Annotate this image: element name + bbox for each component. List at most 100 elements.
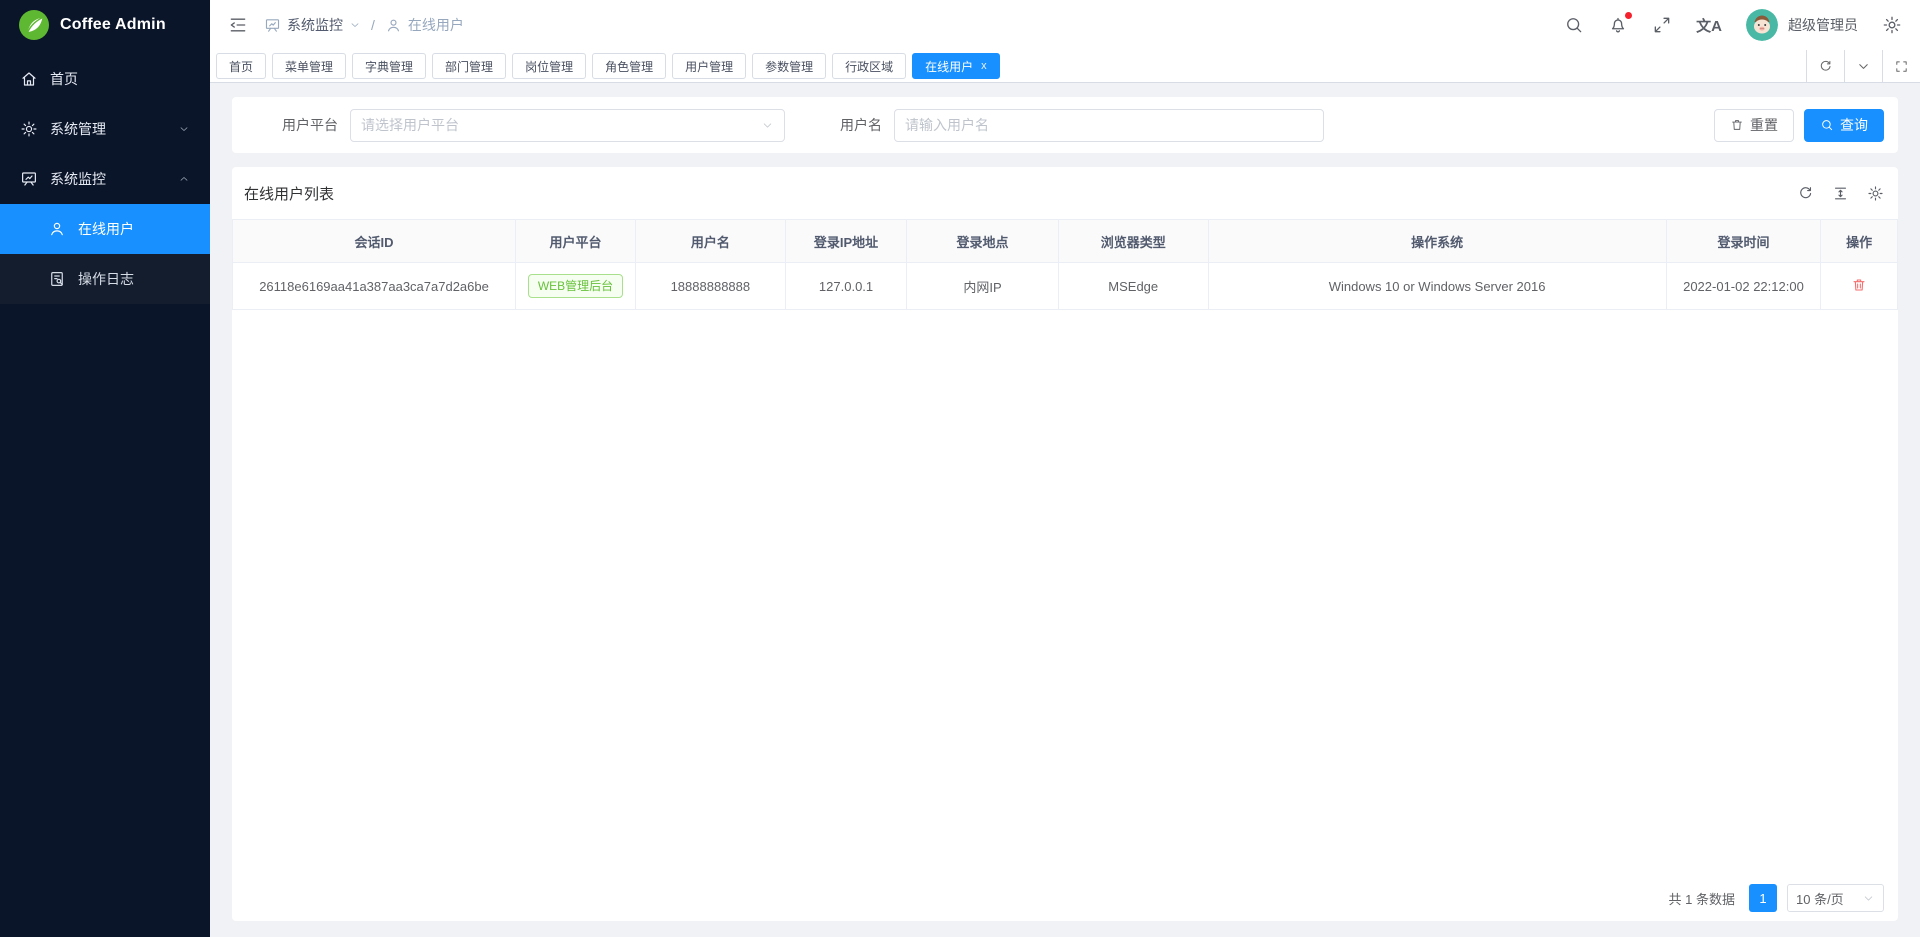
- search-button[interactable]: [1564, 15, 1584, 35]
- sidebar-menu: 首页 系统管理 系统监控: [0, 50, 210, 937]
- sidebar-item-operation-logs[interactable]: 操作日志: [0, 254, 210, 304]
- avatar-image: [1746, 9, 1778, 41]
- chevron-down-icon: [761, 119, 774, 132]
- trash-icon: [1851, 277, 1867, 293]
- tab-dict-management[interactable]: 字典管理: [352, 53, 426, 79]
- page-size-value: 10 条/页: [1796, 889, 1844, 908]
- col-actions: 操作: [1821, 220, 1898, 263]
- page-content: 用户平台 请选择用户平台 用户名 重置: [210, 83, 1920, 937]
- tab-dept-management[interactable]: 部门管理: [432, 53, 506, 79]
- reset-button[interactable]: 重置: [1714, 109, 1794, 142]
- current-user-name: 超级管理员: [1788, 15, 1858, 35]
- chevron-down-icon: [1856, 59, 1871, 74]
- cell-session-id: 26118e6169aa41a387aa3ca7a7d2a6be: [233, 263, 516, 310]
- platform-select[interactable]: 请选择用户平台: [350, 109, 785, 142]
- notifications-button[interactable]: [1608, 15, 1628, 35]
- username-label: 用户名: [840, 115, 882, 135]
- platform-select-placeholder: 请选择用户平台: [361, 115, 761, 135]
- tab-label: 用户管理: [685, 58, 733, 75]
- translate-button[interactable]: 文A: [1696, 15, 1722, 36]
- app-logo: Coffee Admin: [0, 0, 210, 50]
- tabs-refresh-button[interactable]: [1806, 50, 1844, 82]
- cell-username: 18888888888: [635, 263, 785, 310]
- sidebar-submenu-monitor: 在线用户 操作日志: [0, 204, 210, 304]
- col-location: 登录地点: [907, 220, 1059, 263]
- tabbar: 首页 菜单管理 字典管理 部门管理 岗位管理 角色管理 用户管理 参数管理 行政…: [210, 50, 1920, 83]
- table-empty-space: [232, 310, 1898, 875]
- user-icon: [385, 17, 402, 34]
- search-button-label: 查询: [1840, 115, 1868, 135]
- breadcrumb-current: 在线用户: [408, 15, 464, 35]
- tab-label: 行政区域: [845, 58, 893, 75]
- table-settings-button[interactable]: [1867, 185, 1884, 202]
- tab-admin-region[interactable]: 行政区域: [832, 53, 906, 79]
- tab-label: 字典管理: [365, 58, 413, 75]
- sidebar-item-label: 首页: [50, 69, 78, 89]
- cell-browser: MSEdge: [1058, 263, 1208, 310]
- sidebar-item-home[interactable]: 首页: [0, 54, 210, 104]
- chevron-up-icon: [178, 173, 190, 185]
- fullscreen-expand-icon: [1652, 15, 1672, 35]
- tab-param-management[interactable]: 参数管理: [752, 53, 826, 79]
- online-users-table: 会话ID 用户平台 用户名 登录IP地址 登录地点 浏览器类型 操作系统 登录时…: [232, 219, 1898, 310]
- table-row: 26118e6169aa41a387aa3ca7a7d2a6be WEB管理后台…: [233, 263, 1898, 310]
- user-menu[interactable]: 超级管理员: [1746, 9, 1858, 41]
- page-size-select[interactable]: 10 条/页: [1787, 884, 1884, 912]
- sidebar-collapse-button[interactable]: [228, 15, 248, 35]
- fullscreen-button[interactable]: [1652, 15, 1672, 35]
- sidebar-item-system-management[interactable]: 系统管理: [0, 104, 210, 154]
- pagination-total: 共 1 条数据: [1669, 889, 1735, 908]
- cell-ip: 127.0.0.1: [785, 263, 907, 310]
- sidebar-item-system-monitor[interactable]: 系统监控: [0, 154, 210, 204]
- tab-online-users[interactable]: 在线用户 x: [912, 53, 1000, 79]
- tabs-dropdown-button[interactable]: [1844, 50, 1882, 82]
- col-os: 操作系统: [1208, 220, 1666, 263]
- app-root: Coffee Admin 首页 系统管理: [0, 0, 1920, 937]
- tab-label: 在线用户: [925, 58, 973, 75]
- panel-header: 在线用户列表: [232, 167, 1898, 219]
- tab-user-management[interactable]: 用户管理: [672, 53, 746, 79]
- reset-button-label: 重置: [1750, 115, 1778, 135]
- tab-home[interactable]: 首页: [216, 53, 266, 79]
- tab-label: 菜单管理: [285, 58, 333, 75]
- trash-icon: [1730, 118, 1744, 132]
- table-refresh-button[interactable]: [1797, 185, 1814, 202]
- home-icon: [20, 70, 38, 88]
- filter-buttons: 重置 查询: [1714, 109, 1884, 142]
- refresh-icon: [1818, 59, 1833, 74]
- gear-icon: [1882, 15, 1902, 35]
- search-submit-button[interactable]: 查询: [1804, 109, 1884, 142]
- tab-menu-management[interactable]: 菜单管理: [272, 53, 346, 79]
- panel-title: 在线用户列表: [244, 183, 334, 204]
- main-column: 系统监控 / 在线用户: [210, 0, 1920, 937]
- cell-actions: [1821, 263, 1898, 310]
- table-density-button[interactable]: [1832, 185, 1849, 202]
- col-browser: 浏览器类型: [1058, 220, 1208, 263]
- force-logout-button[interactable]: [1851, 277, 1867, 293]
- breadcrumb-section[interactable]: 系统监控: [287, 15, 343, 35]
- tab-label: 岗位管理: [525, 58, 573, 75]
- tab-close-icon[interactable]: x: [981, 61, 987, 72]
- app-title: Coffee Admin: [60, 16, 166, 34]
- tab-role-management[interactable]: 角色管理: [592, 53, 666, 79]
- tab-label: 首页: [229, 58, 253, 75]
- online-users-panel: 在线用户列表: [232, 167, 1898, 921]
- panel-tools: [1797, 185, 1884, 202]
- sidebar-item-online-users[interactable]: 在线用户: [0, 204, 210, 254]
- cell-os: Windows 10 or Windows Server 2016: [1208, 263, 1666, 310]
- col-platform: 用户平台: [516, 220, 636, 263]
- tab-post-management[interactable]: 岗位管理: [512, 53, 586, 79]
- cell-location: 内网IP: [907, 263, 1059, 310]
- pagination: 共 1 条数据 1 10 条/页: [232, 875, 1898, 921]
- platform-tag: WEB管理后台: [528, 274, 623, 298]
- translate-icon: 文A: [1696, 15, 1722, 36]
- tabbar-controls: [1806, 50, 1920, 82]
- gear-icon: [20, 120, 38, 138]
- username-input[interactable]: [894, 109, 1324, 142]
- settings-button[interactable]: [1882, 15, 1902, 35]
- page-1-button[interactable]: 1: [1749, 884, 1777, 912]
- sidebar-item-label: 系统管理: [50, 119, 106, 139]
- content-maximize-button[interactable]: [1882, 50, 1920, 82]
- chevron-down-icon: [1862, 892, 1875, 905]
- sidebar-item-label: 操作日志: [78, 269, 134, 289]
